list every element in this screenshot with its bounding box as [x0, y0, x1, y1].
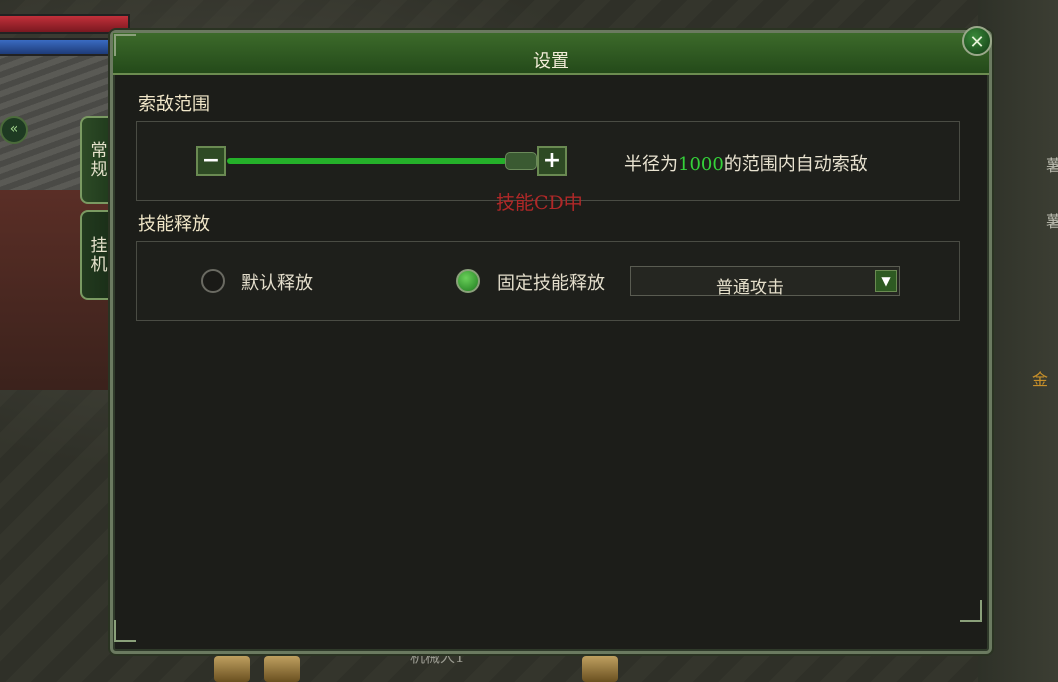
selected-skill: 普通攻击	[716, 278, 784, 298]
panel-corner-ornament	[114, 34, 136, 56]
double-chevron-left-icon[interactable]: «	[0, 116, 28, 144]
panel-corner-ornament	[114, 620, 136, 642]
increase-range-button[interactable]: +	[537, 146, 567, 176]
item-icon[interactable]	[264, 656, 300, 682]
health-bar	[0, 14, 130, 34]
item-icon[interactable]	[214, 656, 250, 682]
dialog-title: 设置	[533, 51, 569, 72]
range-desc-suffix: 的范围内自动索敌	[723, 154, 868, 175]
panel-corner-ornament	[960, 600, 982, 622]
chevron-down-icon[interactable]: ▼	[875, 270, 897, 292]
range-slider-track[interactable]	[227, 158, 507, 164]
radio-fixed-skill-release[interactable]	[456, 269, 480, 293]
item-icon[interactable]	[582, 656, 618, 682]
npc-name-label: 薯	[1046, 212, 1058, 231]
range-description: 半径为1000的范围内自动索敌	[624, 150, 868, 176]
tab-general[interactable]: 常规	[80, 116, 114, 204]
npc-name-label: 金	[1032, 370, 1049, 389]
skill-cd-status: 技能CD中	[496, 192, 583, 214]
close-x-icon[interactable]: ✕	[962, 26, 992, 56]
range-slider-thumb[interactable]	[505, 152, 537, 170]
npc-name-label: 薯	[1046, 156, 1058, 175]
range-value: 1000	[678, 154, 724, 175]
radio-default-release[interactable]	[201, 269, 225, 293]
skill-release-title: 技能释放	[138, 214, 210, 235]
default-release-label: 默认释放	[241, 273, 313, 294]
dialog-header: 设置	[113, 33, 989, 75]
range-desc-prefix: 半径为	[624, 154, 678, 175]
mana-bar	[0, 38, 110, 56]
fixed-skill-release-label: 固定技能释放	[497, 273, 605, 294]
skill-select[interactable]: 普通攻击 ▼	[630, 266, 900, 298]
tab-auto-battle[interactable]: 挂机	[80, 210, 114, 300]
search-range-title: 索敌范围	[138, 94, 210, 115]
decrease-range-button[interactable]: −	[196, 146, 226, 176]
